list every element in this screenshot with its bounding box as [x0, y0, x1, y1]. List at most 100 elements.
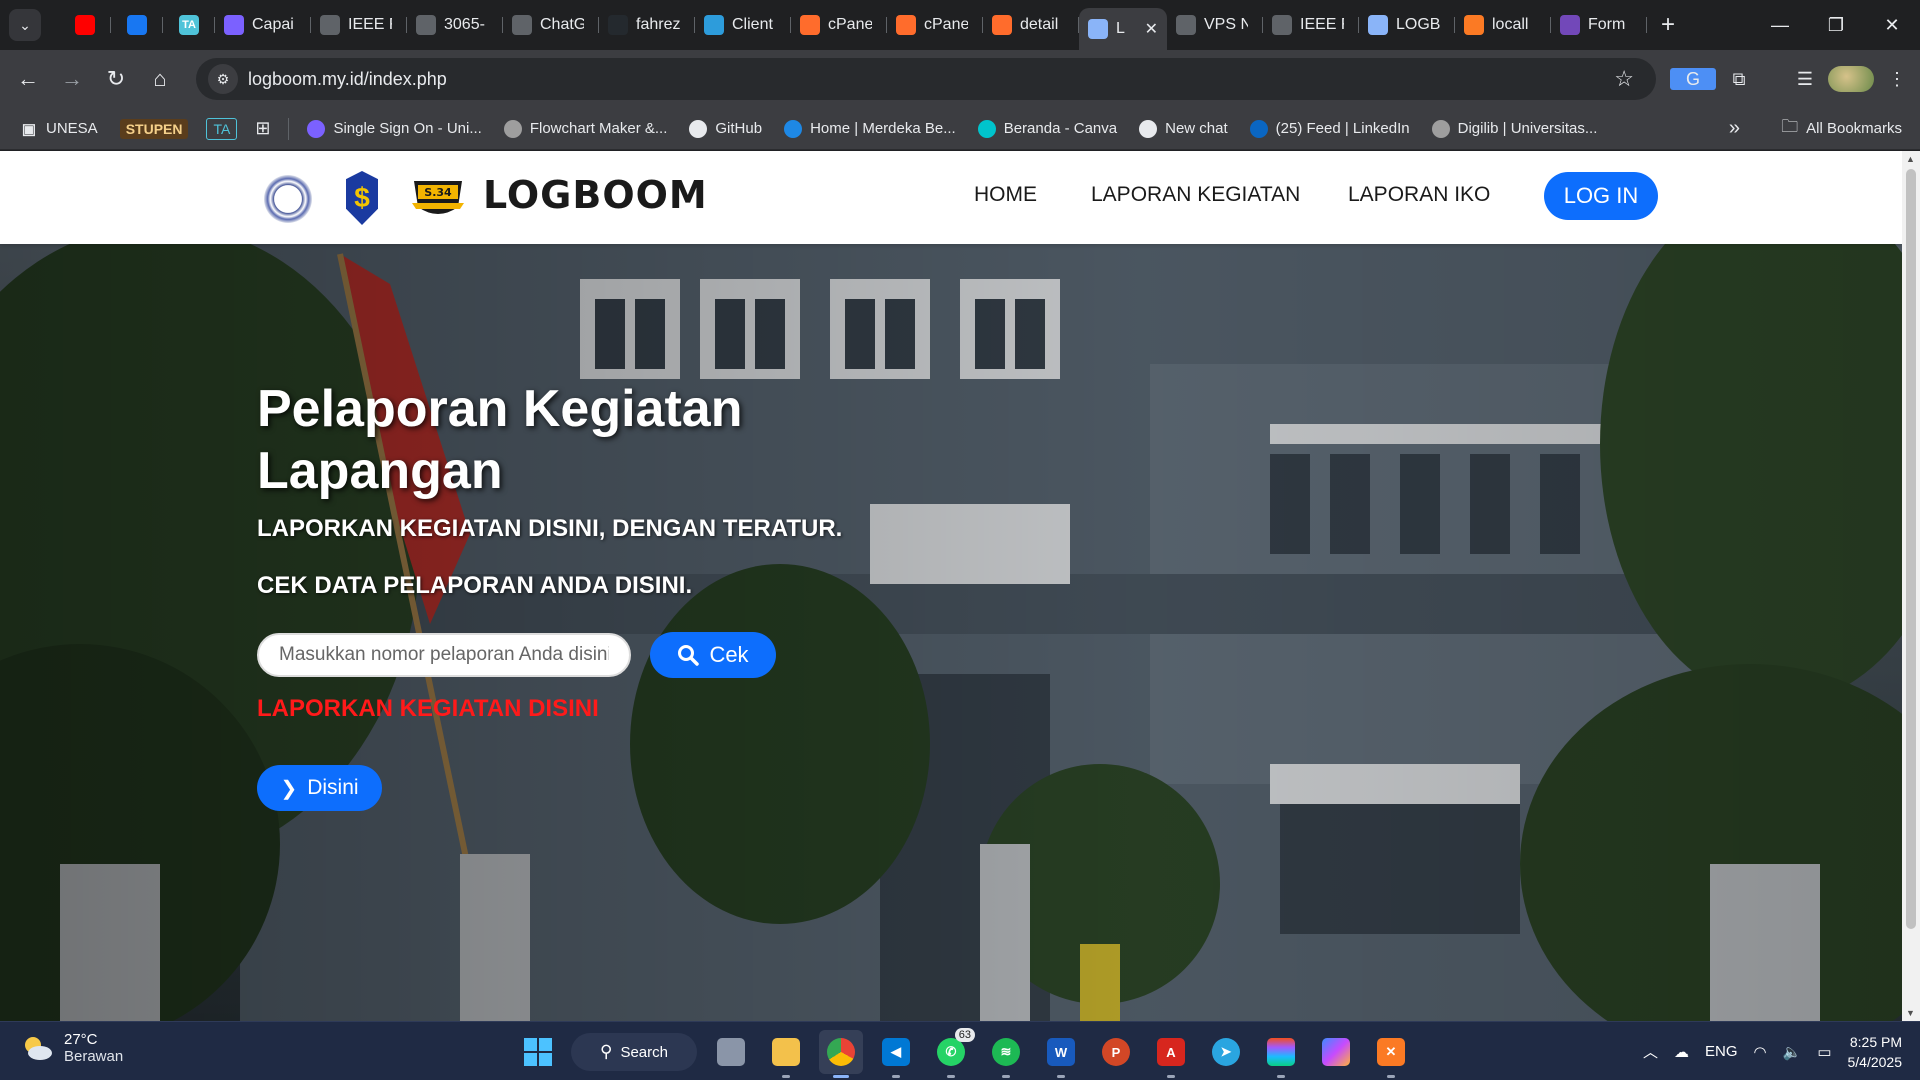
page-scrollbar[interactable]: ▲ ▼ — [1902, 151, 1920, 1021]
youtube-icon — [75, 15, 95, 35]
cek-button[interactable]: Cek — [650, 632, 776, 678]
bookmark-item[interactable]: New chat — [1139, 119, 1228, 138]
chrome-button[interactable] — [819, 1030, 863, 1078]
tab-title: VPS N — [1204, 16, 1248, 33]
word-button[interactable]: W — [1039, 1030, 1083, 1078]
browser-tab[interactable] — [111, 7, 163, 43]
powerpoint-button[interactable]: P — [1094, 1030, 1138, 1074]
globe-icon — [320, 15, 340, 35]
nav-laporan-kegiatan[interactable]: LAPORAN KEGIATAN — [1091, 183, 1300, 207]
nav-home[interactable]: HOME — [974, 183, 1037, 207]
volume-icon[interactable]: 🔈 — [1783, 1043, 1802, 1061]
browser-tab[interactable]: Capai — [215, 7, 311, 43]
bookmark-item[interactable]: (25) Feed | LinkedIn — [1249, 119, 1410, 138]
scroll-down-arrow-icon[interactable]: ▼ — [1906, 1008, 1915, 1018]
bookmarks-bar: ▣ UNESA STUPEN TA ⊞ Single Sign On - Uni… — [0, 108, 1920, 150]
xampp-icon — [1464, 15, 1484, 35]
bookmark-item[interactable]: Digilib | Universitas... — [1431, 119, 1597, 138]
browser-tab[interactable] — [59, 7, 111, 43]
browser-tab[interactable]: LOGB — [1359, 7, 1455, 43]
spotify-button[interactable]: ≋ — [984, 1030, 1028, 1078]
scroll-up-arrow-icon[interactable]: ▲ — [1906, 154, 1915, 164]
browser-tab[interactable]: locall — [1455, 7, 1551, 43]
all-bookmarks-button[interactable]: 🗀 All Bookmarks — [1781, 114, 1902, 143]
more-bookmarks-button[interactable]: » — [1729, 117, 1740, 140]
disini-button[interactable]: ❯ Disini — [257, 765, 382, 811]
partly-cloudy-icon — [25, 1037, 52, 1060]
acrobat-button[interactable]: A — [1149, 1030, 1193, 1078]
browser-tab[interactable]: detail — [983, 7, 1079, 43]
folder-icon — [772, 1038, 800, 1066]
browser-tab[interactable]: ChatG — [503, 7, 599, 43]
site-header: $ S.34 LOGBOOM HOME LAPORAN KEGIATAN LAP… — [0, 151, 1902, 244]
extensions-icon[interactable]: ⧉ — [1716, 69, 1762, 90]
tab-title: LOGB — [1396, 16, 1440, 33]
report-activity-link[interactable]: LAPORKAN KEGIATAN DISINI — [257, 695, 599, 723]
whatsapp-button[interactable]: ✆ 63 — [929, 1028, 975, 1078]
browser-tab[interactable]: IEEE F — [311, 7, 407, 43]
media-control-icon[interactable]: ☰ — [1782, 69, 1828, 90]
browser-tab[interactable]: VPS N — [1167, 7, 1263, 43]
site-info-icon[interactable]: ⚙ — [208, 64, 238, 94]
task-view-button[interactable] — [709, 1030, 753, 1074]
hero-section: Pelaporan Kegiatan Lapangan LAPORKAN KEG… — [0, 244, 1902, 1021]
browser-tab[interactable]: 3065- — [407, 7, 503, 43]
tab-title: Client — [732, 16, 773, 33]
bookmark-item[interactable]: Single Sign On - Uni... — [307, 119, 482, 138]
home-button[interactable]: ⌂ — [138, 66, 182, 92]
new-tab-button[interactable]: + — [1661, 11, 1675, 39]
wifi-icon[interactable]: ◠ — [1754, 1043, 1767, 1061]
bookmark-item[interactable]: Flowchart Maker &... — [503, 119, 667, 138]
browser-tab[interactable]: IEEE F — [1263, 7, 1359, 43]
browser-tab[interactable]: L ✕ — [1079, 8, 1167, 50]
copilot-button[interactable] — [1314, 1030, 1358, 1074]
file-explorer-button[interactable] — [764, 1030, 808, 1078]
figma-button[interactable] — [1259, 1030, 1303, 1078]
bookmark-star-icon[interactable]: ☆ — [1614, 66, 1634, 92]
close-tab-icon[interactable]: ✕ — [1145, 19, 1158, 39]
client-icon — [704, 15, 724, 35]
menu-icon[interactable]: ⋮ — [1874, 69, 1920, 90]
language-indicator[interactable]: ENG — [1705, 1043, 1738, 1060]
taskbar-search[interactable]: ⚲ Search — [571, 1033, 697, 1071]
bookmark-stupen[interactable]: STUPEN — [119, 118, 189, 139]
browser-tab[interactable]: cPane — [887, 7, 983, 43]
show-hidden-icons-icon[interactable]: ︿ — [1643, 1041, 1658, 1062]
browser-tab[interactable]: fahrez — [599, 7, 695, 43]
clock[interactable]: 8:25 PM 5/4/2025 — [1848, 1032, 1903, 1072]
profile-avatar[interactable] — [1828, 66, 1874, 92]
browser-tab[interactable]: TA — [163, 7, 215, 43]
address-bar[interactable]: ⚙ logboom.my.id/index.php ☆ — [196, 58, 1656, 100]
reload-button[interactable]: ↻ — [94, 66, 138, 92]
login-button[interactable]: LOG IN — [1544, 172, 1658, 220]
minimize-button[interactable]: — — [1752, 15, 1808, 36]
weather-widget[interactable]: 27°C Berawan — [20, 1031, 123, 1065]
close-window-button[interactable]: ✕ — [1864, 15, 1920, 36]
browser-tab[interactable]: Client — [695, 7, 791, 43]
telegram-button[interactable]: ➤ — [1204, 1030, 1248, 1074]
bookmark-item[interactable]: GitHub — [689, 119, 762, 138]
bookmark-unesa[interactable]: ▣ UNESA — [20, 120, 98, 138]
battery-icon[interactable]: ▭ — [1817, 1043, 1831, 1061]
restore-button[interactable]: ❐ — [1808, 15, 1864, 36]
scrollbar-thumb[interactable] — [1906, 169, 1916, 929]
onedrive-icon[interactable]: ☁ — [1674, 1043, 1689, 1061]
tab-search-button[interactable]: ⌄ — [9, 9, 41, 41]
xampp-button[interactable]: ✕ — [1369, 1030, 1413, 1078]
apps-grid-icon[interactable]: ⊞ — [255, 118, 270, 139]
vscode-button[interactable]: ◀ — [874, 1030, 918, 1078]
start-button[interactable] — [516, 1030, 560, 1074]
browser-tab[interactable]: Form — [1551, 7, 1647, 43]
merdeka-icon — [784, 119, 803, 138]
bookmark-ta[interactable]: TA — [206, 117, 238, 140]
nav-laporan-iko[interactable]: LAPORAN IKO — [1348, 183, 1490, 207]
forward-button[interactable]: → — [50, 66, 94, 92]
bookmark-item[interactable]: Home | Merdeka Be... — [784, 119, 956, 138]
report-number-input[interactable] — [257, 633, 631, 677]
bookmark-item[interactable]: Beranda - Canva — [977, 119, 1117, 138]
translate-icon[interactable]: G — [1670, 68, 1716, 90]
back-button[interactable]: ← — [6, 66, 50, 92]
bookmark-label: Single Sign On - Uni... — [333, 120, 482, 137]
bookmark-label: New chat — [1165, 120, 1228, 137]
browser-tab[interactable]: cPane — [791, 7, 887, 43]
